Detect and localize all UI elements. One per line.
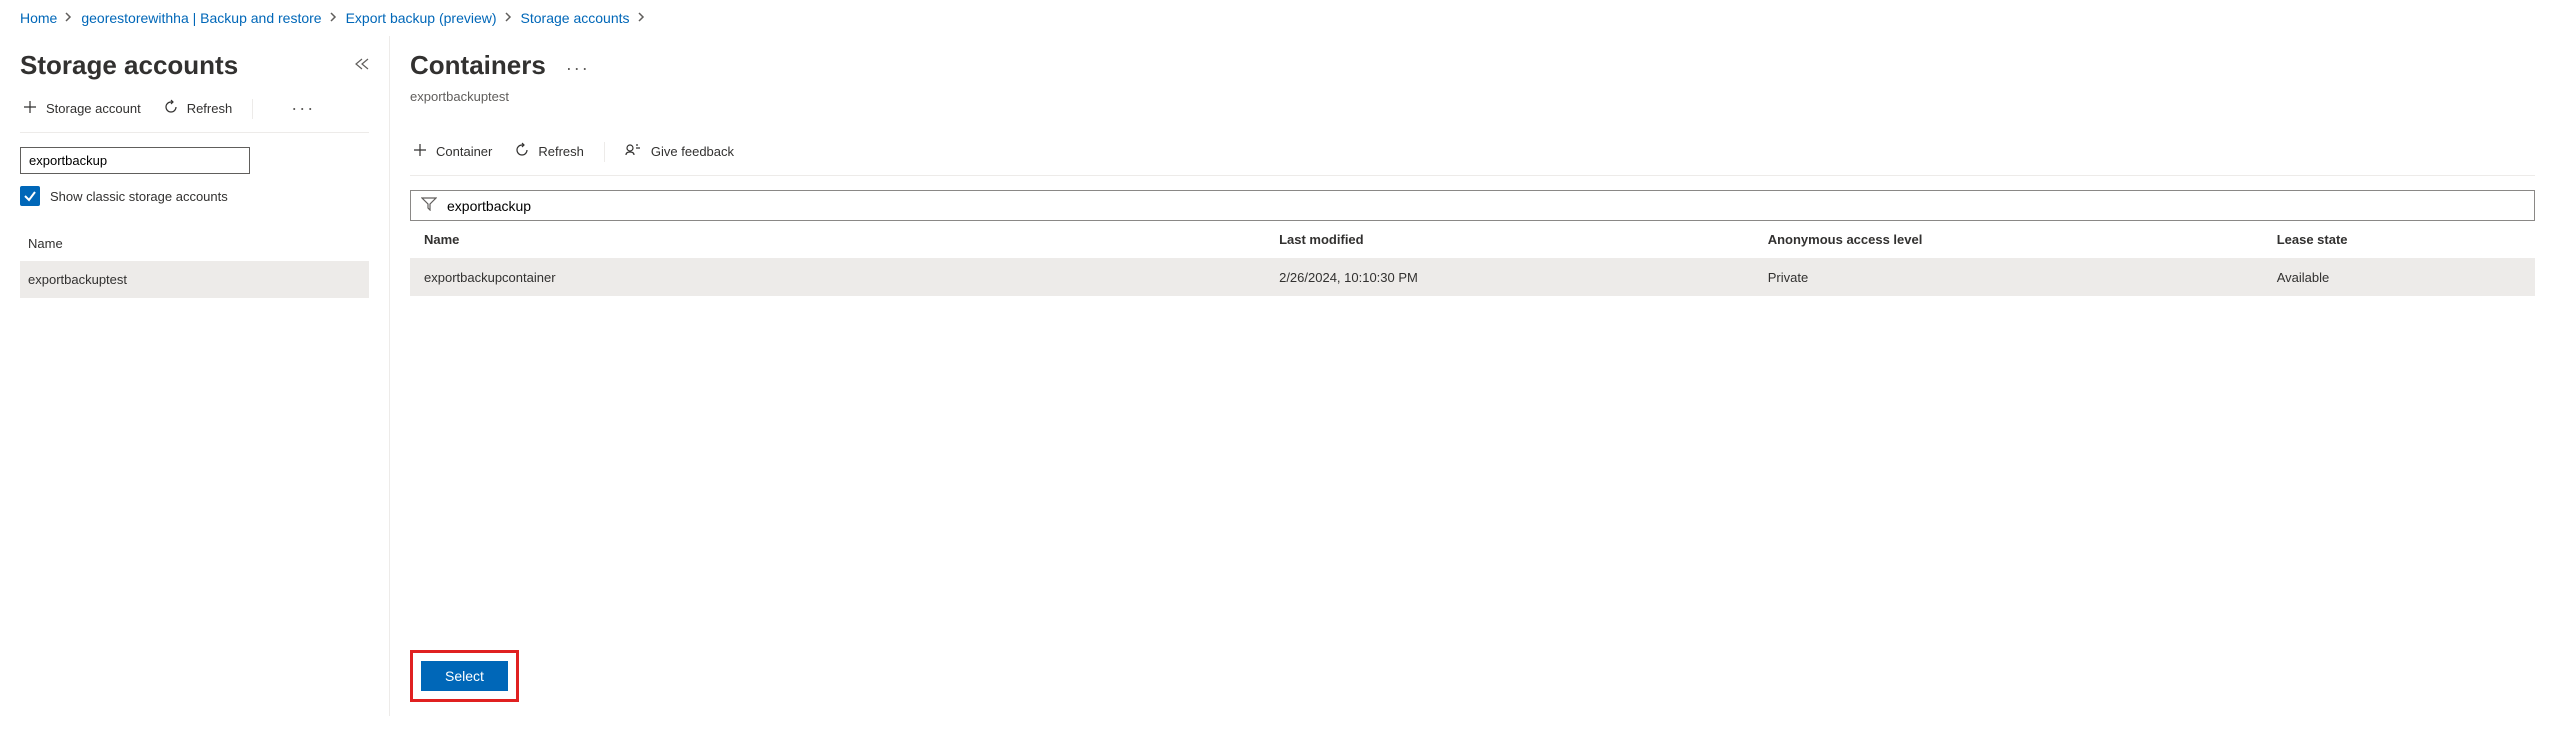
- cell-access: Private: [1768, 270, 2277, 285]
- containers-panel: Containers ··· exportbackuptest Containe…: [390, 36, 2555, 716]
- cell-lease: Available: [2277, 270, 2521, 285]
- refresh-button[interactable]: Refresh: [161, 95, 235, 122]
- table-row[interactable]: exportbackupcontainer 2/26/2024, 10:10:3…: [410, 259, 2535, 296]
- feedback-label: Give feedback: [651, 144, 734, 159]
- container-filter-input[interactable]: [447, 198, 2524, 214]
- refresh-button[interactable]: Refresh: [512, 138, 586, 165]
- breadcrumb: Home georestorewithha | Backup and resto…: [0, 0, 2555, 36]
- container-filter-bar: [410, 190, 2535, 221]
- table-header: Name Last modified Anonymous access leve…: [410, 221, 2535, 259]
- breadcrumb-item-home[interactable]: Home: [20, 10, 57, 26]
- cell-modified: 2/26/2024, 10:10:30 PM: [1279, 270, 1768, 285]
- more-icon[interactable]: ···: [291, 98, 315, 119]
- chevron-right-icon: [65, 11, 73, 25]
- add-storage-label: Storage account: [46, 101, 141, 116]
- collapse-icon[interactable]: [355, 57, 369, 75]
- storage-account-item[interactable]: exportbackuptest: [20, 261, 369, 298]
- chevron-right-icon: [505, 11, 513, 25]
- refresh-label: Refresh: [187, 101, 233, 116]
- feedback-icon: [625, 142, 643, 161]
- refresh-icon: [514, 142, 530, 161]
- classic-checkbox-label: Show classic storage accounts: [50, 189, 228, 204]
- left-toolbar: Storage account Refresh ···: [20, 85, 369, 133]
- checkbox-checked-icon[interactable]: [20, 186, 40, 206]
- plus-icon: [22, 99, 38, 118]
- page-title: Containers: [410, 50, 546, 81]
- column-header-lease[interactable]: Lease state: [2277, 232, 2521, 247]
- breadcrumb-item-export[interactable]: Export backup (preview): [346, 10, 497, 26]
- highlight-annotation: Select: [410, 650, 519, 702]
- more-icon[interactable]: ···: [566, 58, 590, 79]
- refresh-icon: [163, 99, 179, 118]
- cell-name: exportbackupcontainer: [424, 270, 1279, 285]
- classic-checkbox-row[interactable]: Show classic storage accounts: [20, 186, 369, 206]
- column-header-name[interactable]: Name: [424, 232, 1279, 247]
- filter-icon: [421, 197, 437, 214]
- add-container-label: Container: [436, 144, 492, 159]
- page-title: Storage accounts: [20, 50, 238, 81]
- divider: [252, 99, 253, 119]
- breadcrumb-item-resource[interactable]: georestorewithha | Backup and restore: [81, 10, 321, 26]
- plus-icon: [412, 142, 428, 161]
- page-subtitle: exportbackuptest: [410, 89, 2535, 104]
- storage-accounts-panel: Storage accounts Storage account Refres: [0, 36, 390, 716]
- divider: [604, 142, 605, 162]
- right-toolbar: Container Refresh Give feedback: [410, 128, 2535, 176]
- refresh-label: Refresh: [538, 144, 584, 159]
- column-header-modified[interactable]: Last modified: [1279, 232, 1768, 247]
- chevron-right-icon: [330, 11, 338, 25]
- column-header-access[interactable]: Anonymous access level: [1768, 232, 2277, 247]
- add-container-button[interactable]: Container: [410, 138, 494, 165]
- add-storage-account-button[interactable]: Storage account: [20, 95, 143, 122]
- storage-search-input[interactable]: [20, 147, 250, 174]
- name-column-header: Name: [20, 226, 369, 261]
- breadcrumb-item-storage[interactable]: Storage accounts: [521, 10, 630, 26]
- footer: Select: [410, 626, 2535, 702]
- feedback-button[interactable]: Give feedback: [623, 138, 736, 165]
- select-button[interactable]: Select: [421, 661, 508, 691]
- chevron-right-icon: [638, 11, 646, 25]
- containers-table: Name Last modified Anonymous access leve…: [410, 221, 2535, 296]
